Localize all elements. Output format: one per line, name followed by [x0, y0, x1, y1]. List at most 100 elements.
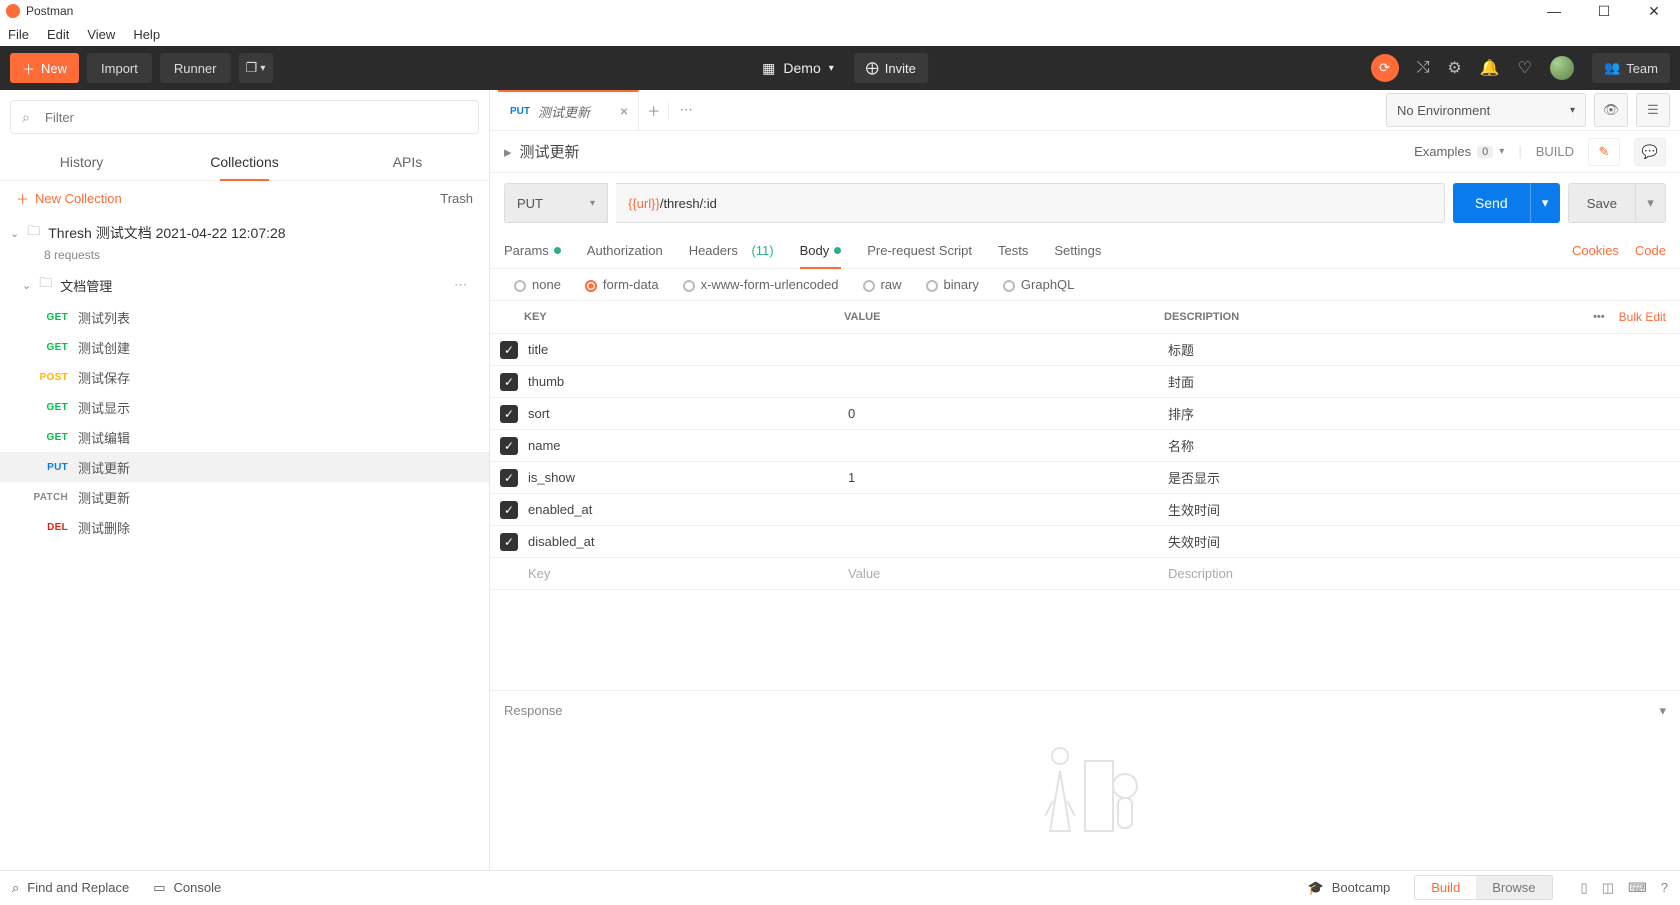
new-tab-button[interactable]: ＋	[639, 101, 669, 120]
cookies-link[interactable]: Cookies	[1572, 243, 1619, 258]
row-checkbox[interactable]: ✓	[500, 405, 518, 423]
kv-new-row[interactable]: Key Value Description	[490, 558, 1680, 590]
row-description[interactable]: 生效时间	[1168, 500, 1680, 519]
browse-mode[interactable]: Browse	[1476, 876, 1551, 899]
new-collection-button[interactable]: ＋ New Collection	[16, 189, 122, 208]
row-value[interactable]: 0	[848, 406, 1168, 421]
invite-button[interactable]: ⨁ Invite	[854, 53, 928, 83]
edit-button[interactable]: ✎	[1588, 138, 1620, 166]
row-description[interactable]: 失效时间	[1168, 532, 1680, 551]
examples-dropdown[interactable]: Examples 0 ▾	[1414, 144, 1504, 159]
console-button[interactable]: ▭ Console	[153, 880, 221, 896]
http-method-selector[interactable]: PUT ▾	[504, 183, 608, 223]
menu-file[interactable]: File	[8, 27, 29, 42]
request-tab[interactable]: PUT 测试更新 ×	[498, 90, 639, 130]
code-link[interactable]: Code	[1635, 243, 1666, 258]
row-key[interactable]: title	[528, 342, 848, 357]
request-item[interactable]: POST测试保存	[0, 362, 489, 392]
request-item[interactable]: PUT测试更新	[0, 452, 489, 482]
keyboard-shortcuts-icon[interactable]: ⌨	[1628, 880, 1647, 896]
bodytype-raw[interactable]: raw	[863, 277, 902, 292]
row-description[interactable]: 名称	[1168, 436, 1680, 455]
tab-apis[interactable]: APIs	[326, 144, 489, 180]
build-mode[interactable]: Build	[1415, 876, 1476, 899]
kv-row[interactable]: ✓ sort 0 排序	[490, 398, 1680, 430]
menu-view[interactable]: View	[87, 27, 115, 42]
request-item[interactable]: DEL测试删除	[0, 512, 489, 542]
layout-single-icon[interactable]: ▯	[1581, 880, 1588, 896]
window-minimize-icon[interactable]: —	[1542, 3, 1566, 20]
row-checkbox[interactable]: ✓	[500, 341, 518, 359]
row-key[interactable]: disabled_at	[528, 534, 848, 549]
subtab-prerequest[interactable]: Pre-request Script	[867, 233, 972, 268]
subtab-params[interactable]: Params	[504, 233, 561, 268]
description-placeholder[interactable]: Description	[1168, 566, 1680, 581]
kv-row[interactable]: ✓ disabled_at 失效时间	[490, 526, 1680, 558]
row-description[interactable]: 是否显示	[1168, 468, 1680, 487]
row-key[interactable]: enabled_at	[528, 502, 848, 517]
bodytype-formdata[interactable]: form-data	[585, 277, 659, 292]
bootcamp-button[interactable]: 🎓 Bootcamp	[1308, 880, 1391, 896]
environment-settings-button[interactable]: ☰	[1636, 93, 1670, 127]
url-input[interactable]: {{url}}/thresh/:id	[616, 183, 1445, 223]
tab-options-icon[interactable]: ⋯	[669, 102, 703, 118]
view-mode-toggle[interactable]: Build Browse	[1414, 875, 1552, 900]
bodytype-xwww[interactable]: x-www-form-urlencoded	[683, 277, 839, 292]
request-item[interactable]: PATCH测试更新	[0, 482, 489, 512]
bodytype-none[interactable]: none	[514, 277, 561, 292]
save-button[interactable]: Save	[1568, 183, 1636, 223]
window-close-icon[interactable]: ✕	[1642, 3, 1666, 20]
row-checkbox[interactable]: ✓	[500, 437, 518, 455]
row-checkbox[interactable]: ✓	[500, 533, 518, 551]
bodytype-graphql[interactable]: GraphQL	[1003, 277, 1074, 292]
environment-selector[interactable]: No Environment ▾	[1386, 93, 1586, 127]
satellite-icon[interactable]: ⤭	[1417, 59, 1430, 77]
request-item[interactable]: GET测试创建	[0, 332, 489, 362]
layout-split-icon[interactable]: ◫	[1602, 880, 1614, 896]
breadcrumb-chevron-icon[interactable]: ▸	[504, 143, 512, 161]
close-tab-icon[interactable]: ×	[620, 103, 628, 119]
value-placeholder[interactable]: Value	[848, 566, 1168, 581]
help-icon[interactable]: ?	[1661, 880, 1668, 895]
row-checkbox[interactable]: ✓	[500, 469, 518, 487]
tab-collections[interactable]: Collections	[163, 144, 326, 180]
row-key[interactable]: name	[528, 438, 848, 453]
send-dropdown[interactable]: ▾	[1530, 183, 1560, 223]
kv-row[interactable]: ✓ thumb 封面	[490, 366, 1680, 398]
tab-history[interactable]: History	[0, 144, 163, 180]
request-item[interactable]: GET测试编辑	[0, 422, 489, 452]
subtab-tests[interactable]: Tests	[998, 233, 1028, 268]
subtab-body[interactable]: Body	[800, 233, 842, 268]
row-key[interactable]: is_show	[528, 470, 848, 485]
environment-quicklook-button[interactable]: 👁	[1594, 93, 1628, 127]
request-item[interactable]: GET测试显示	[0, 392, 489, 422]
collection-item[interactable]: ⌄ 🗀 Thresh 测试文档 2021-04-22 12:07:28	[0, 216, 489, 250]
runner-button[interactable]: Runner	[160, 53, 231, 83]
save-dropdown[interactable]: ▾	[1636, 183, 1666, 223]
kv-row[interactable]: ✓ name 名称	[490, 430, 1680, 462]
row-value[interactable]: 1	[848, 470, 1168, 485]
subtab-settings[interactable]: Settings	[1054, 233, 1101, 268]
kv-row[interactable]: ✓ is_show 1 是否显示	[490, 462, 1680, 494]
workspace-switcher[interactable]: ▦ Demo ▾	[752, 53, 844, 83]
user-avatar[interactable]	[1550, 56, 1574, 80]
team-button[interactable]: 👥 Team	[1592, 53, 1670, 83]
open-new-window-button[interactable]: ❐▾	[239, 53, 273, 83]
settings-gear-icon[interactable]: ⚙	[1447, 58, 1461, 78]
row-description[interactable]: 封面	[1168, 372, 1680, 391]
notifications-bell-icon[interactable]: 🔔	[1480, 58, 1500, 78]
import-button[interactable]: Import	[87, 53, 152, 83]
row-checkbox[interactable]: ✓	[500, 373, 518, 391]
heart-icon[interactable]: ♡	[1518, 58, 1532, 78]
row-description[interactable]: 标题	[1168, 340, 1680, 359]
find-replace-button[interactable]: ⌕ Find and Replace	[12, 880, 129, 896]
row-description[interactable]: 排序	[1168, 404, 1680, 423]
window-maximize-icon[interactable]: ☐	[1592, 3, 1616, 20]
key-placeholder[interactable]: Key	[528, 566, 848, 581]
row-checkbox[interactable]: ✓	[500, 501, 518, 519]
folder-item[interactable]: ⌄ 🗀 文档管理 ⋯	[0, 268, 489, 302]
menu-help[interactable]: Help	[133, 27, 160, 42]
bodytype-binary[interactable]: binary	[926, 277, 979, 292]
request-item[interactable]: GET测试列表	[0, 302, 489, 332]
kv-row[interactable]: ✓ title 标题	[490, 334, 1680, 366]
